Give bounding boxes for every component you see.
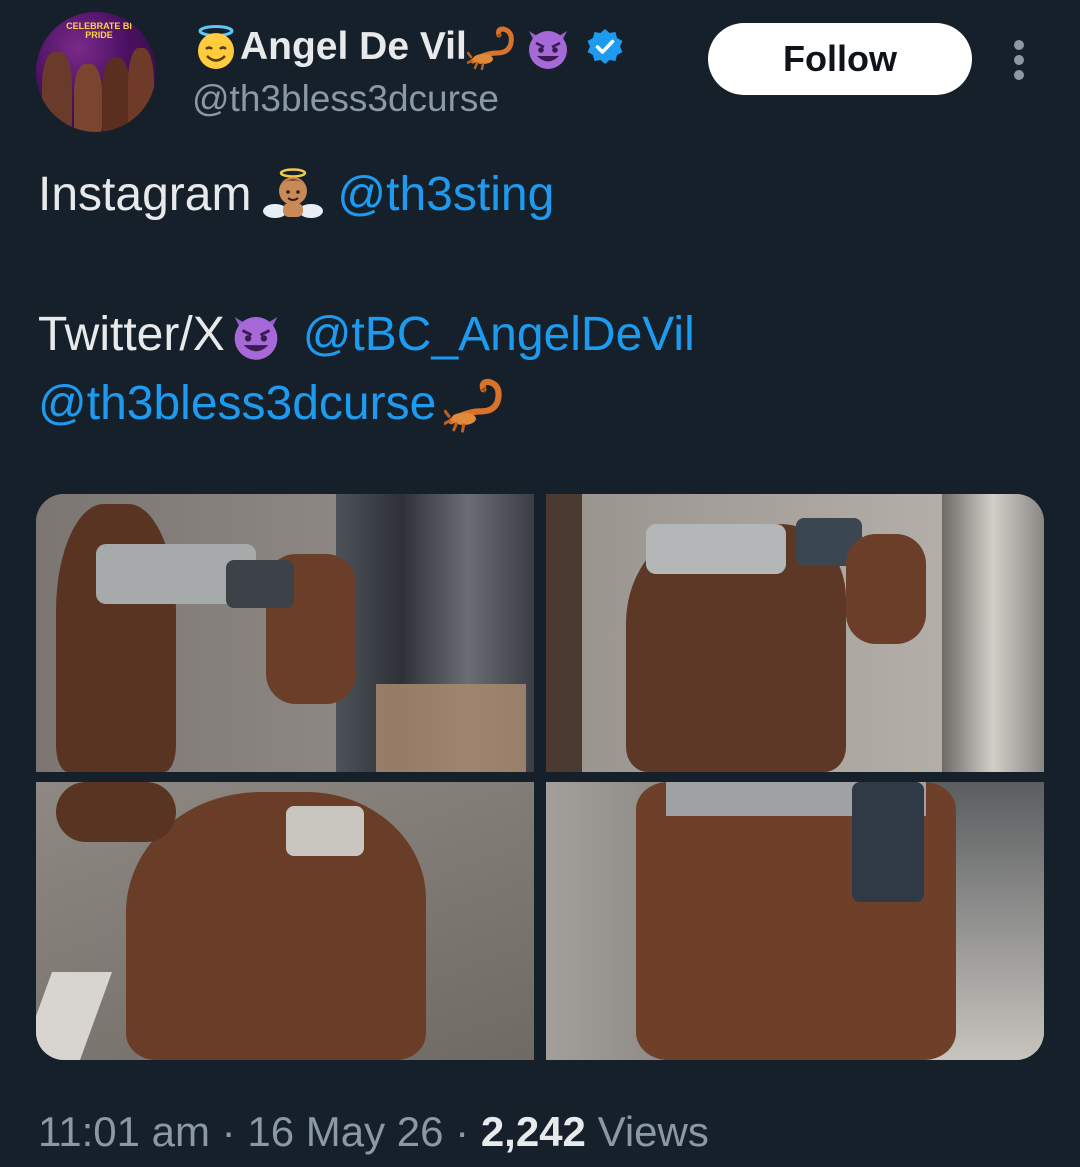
twitter-label: Twitter/X	[38, 308, 225, 361]
smiling-face-with-halo-icon	[192, 23, 240, 71]
scorpion-icon	[442, 374, 508, 434]
tweet-meta: 11:01 am · 16 May 26 · 2,242 Views	[38, 1104, 709, 1160]
avatar-text: CELEBRATE BI PRIDE	[66, 21, 132, 40]
views-count: 2,242	[480, 1108, 586, 1155]
mention-twitter[interactable]: @tBC_AngelDeVil	[303, 305, 695, 365]
media-photo[interactable]	[36, 494, 534, 772]
tweet-line-instagram: Instagram @th3sting	[38, 165, 554, 225]
user-handle[interactable]: @th3bless3dcurse	[192, 76, 499, 122]
display-name-row[interactable]: Angel De Vil	[192, 22, 625, 72]
display-name[interactable]: Angel De Vil	[240, 22, 467, 72]
mention-handle[interactable]: @th3bless3dcurse	[38, 374, 436, 434]
separator: ·	[221, 1108, 236, 1155]
verified-badge-icon[interactable]	[585, 27, 625, 67]
instagram-label: Instagram	[38, 168, 252, 221]
baby-angel-icon	[261, 167, 325, 223]
tweet-line-twitter: Twitter/X @tBC_AngelDeVil	[38, 305, 695, 365]
follow-button[interactable]: Follow	[708, 23, 972, 95]
media-photo[interactable]	[546, 782, 1044, 1060]
tweet-header: CELEBRATE BI PRIDE Angel De Vil @th3bles…	[0, 0, 1080, 150]
tweet-time[interactable]: 11:01 am	[38, 1108, 210, 1155]
avatar[interactable]: CELEBRATE BI PRIDE	[36, 12, 156, 132]
smiling-face-with-horns-icon	[523, 23, 573, 71]
more-vertical-icon[interactable]	[1000, 36, 1040, 84]
media-grid	[36, 494, 1044, 1060]
media-photo[interactable]	[546, 494, 1044, 772]
tweet-date[interactable]: 16 May 26	[247, 1108, 443, 1155]
separator: ·	[455, 1108, 470, 1155]
tweet-line-handle: @th3bless3dcurse	[38, 374, 508, 434]
smiling-face-with-horns-icon	[227, 308, 285, 362]
views-label: Views	[597, 1108, 709, 1155]
mention-instagram[interactable]: @th3sting	[337, 165, 554, 225]
media-photo[interactable]	[36, 782, 534, 1060]
scorpion-icon	[465, 23, 519, 71]
